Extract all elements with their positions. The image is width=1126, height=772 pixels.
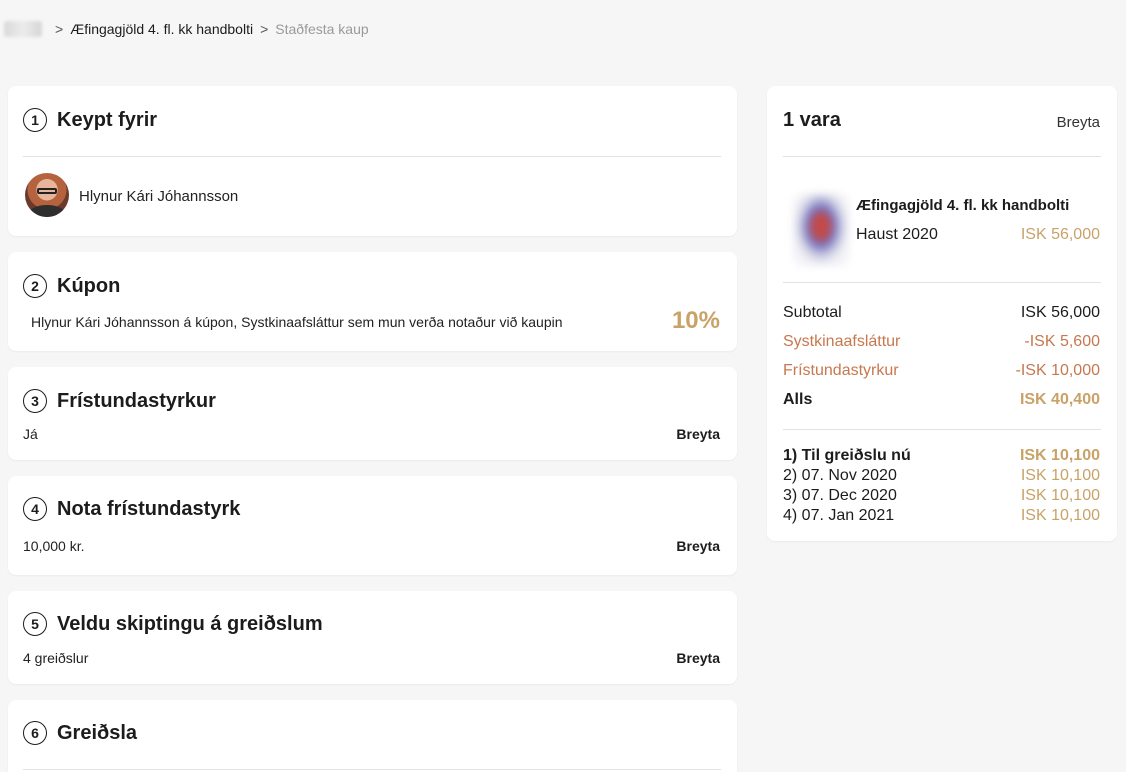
step-title: Nota frístundastyrk	[57, 497, 241, 520]
avatar-shirt	[29, 205, 65, 217]
installment-label: 2) 07. Nov 2020	[783, 467, 897, 484]
installment-amount: ISK 10,100	[1020, 467, 1100, 484]
breadcrumb-item-product[interactable]: Æfingagjöld 4. fl. kk handbolti	[70, 21, 253, 37]
coupon-description: Hlynur Kári Jóhannsson á kúpon, Systkina…	[31, 314, 563, 330]
step-card-payment: 6 Greiðsla	[8, 700, 737, 772]
avatar-glasses	[37, 188, 57, 194]
line-amount: -ISK 10,000	[1015, 362, 1101, 379]
step-card-use-leisure-grant: 4 Nota frístundastyrk 10,000 kr. Breyta	[8, 476, 737, 575]
step-card-payment-split: 5 Veldu skiptingu á greiðslum 4 greiðslu…	[8, 591, 737, 684]
product-logo-image	[793, 194, 849, 266]
edit-button[interactable]: Breyta	[676, 538, 720, 554]
summary-edit-button[interactable]: Breyta	[1057, 114, 1100, 131]
installment-label: 3) 07. Dec 2020	[783, 487, 897, 504]
step-number: 4	[23, 497, 47, 521]
divider	[23, 769, 721, 770]
step-header: 1 Keypt fyrir	[23, 108, 157, 132]
step-number: 6	[23, 721, 47, 745]
installment-row: 4) 07. Jan 2021 ISK 10,100	[783, 506, 1100, 526]
product-name: Æfingagjöld 4. fl. kk handbolti	[856, 197, 1070, 214]
coupon-discount-badge: 10%	[671, 307, 720, 334]
line-amount: ISK 40,400	[1019, 391, 1100, 408]
breadcrumb-current: Staðfesta kaup	[275, 21, 369, 37]
installment-amount: ISK 10,100	[1020, 487, 1100, 504]
subtotal-row: Subtotal ISK 56,000	[783, 304, 1100, 322]
breadcrumb-home-blurred[interactable]	[4, 21, 42, 37]
avatar	[25, 173, 69, 217]
installment-amount: ISK 10,100	[1020, 507, 1100, 524]
divider	[783, 429, 1101, 430]
installment-row: 2) 07. Nov 2020 ISK 10,100	[783, 466, 1100, 486]
step-number: 2	[23, 274, 47, 298]
step-header: 4 Nota frístundastyrk	[23, 497, 240, 521]
step-number: 3	[23, 389, 47, 413]
summary-title: 1 vara	[783, 109, 841, 131]
breadcrumb-separator: >	[260, 21, 269, 37]
line-label: Systkinaafsláttur	[783, 333, 901, 350]
product-season: Haust 2020	[856, 226, 938, 243]
step-value: 4 greiðslur	[23, 650, 89, 666]
total-row: Alls ISK 40,400	[783, 391, 1100, 409]
step-title: Veldu skiptingu á greiðslum	[57, 612, 323, 635]
sibling-discount-row: Systkinaafsláttur -ISK 5,600	[783, 333, 1100, 351]
order-summary: 1 vara Breyta Æfingagjöld 4. fl. kk hand…	[767, 86, 1117, 541]
divider	[783, 156, 1101, 157]
step-number: 1	[23, 108, 47, 132]
step-value: 10,000 kr.	[23, 538, 85, 554]
line-label: Alls	[783, 391, 813, 408]
step-card-coupon: 2 Kúpon Hlynur Kári Jóhannsson á kúpon, …	[8, 252, 737, 351]
step-header: 5 Veldu skiptingu á greiðslum	[23, 612, 323, 636]
line-amount: ISK 56,000	[1020, 304, 1100, 321]
step-title: Kúpon	[57, 274, 121, 297]
step-header: 2 Kúpon	[23, 274, 120, 298]
line-label: Subtotal	[783, 304, 842, 321]
step-title: Keypt fyrir	[57, 108, 158, 131]
step-header: 3 Frístundastyrkur	[23, 389, 216, 413]
edit-button[interactable]: Breyta	[676, 426, 720, 442]
line-amount: -ISK 5,600	[1024, 333, 1100, 350]
edit-button[interactable]: Breyta	[676, 650, 720, 666]
breadcrumb-separator: >	[55, 21, 64, 37]
installment-label: 1) Til greiðslu nú	[783, 447, 911, 464]
line-label: Frístundastyrkur	[783, 362, 899, 379]
step-header: 6 Greiðsla	[23, 721, 137, 745]
divider	[23, 156, 721, 157]
product-price: ISK 56,000	[1020, 226, 1100, 243]
step-card-purchased-for: 1 Keypt fyrir Hlynur Kári Jóhannsson	[8, 86, 737, 236]
installment-row: 3) 07. Dec 2020 ISK 10,100	[783, 486, 1100, 506]
step-card-leisure-grant: 3 Frístundastyrkur Já Breyta	[8, 367, 737, 460]
leisure-grant-row: Frístundastyrkur -ISK 10,000	[783, 362, 1100, 380]
breadcrumb: > Æfingagjöld 4. fl. kk handbolti > Stað…	[4, 19, 369, 39]
divider	[783, 282, 1101, 283]
step-title: Greiðsla	[57, 721, 138, 744]
step-title: Frístundastyrkur	[57, 389, 216, 412]
installment-row: 1) Til greiðslu nú ISK 10,100	[783, 446, 1100, 466]
person-name: Hlynur Kári Jóhannsson	[79, 188, 239, 205]
step-number: 5	[23, 612, 47, 636]
step-value: Já	[23, 426, 38, 442]
installment-amount: ISK 10,100	[1019, 447, 1100, 464]
installment-label: 4) 07. Jan 2021	[783, 507, 895, 524]
